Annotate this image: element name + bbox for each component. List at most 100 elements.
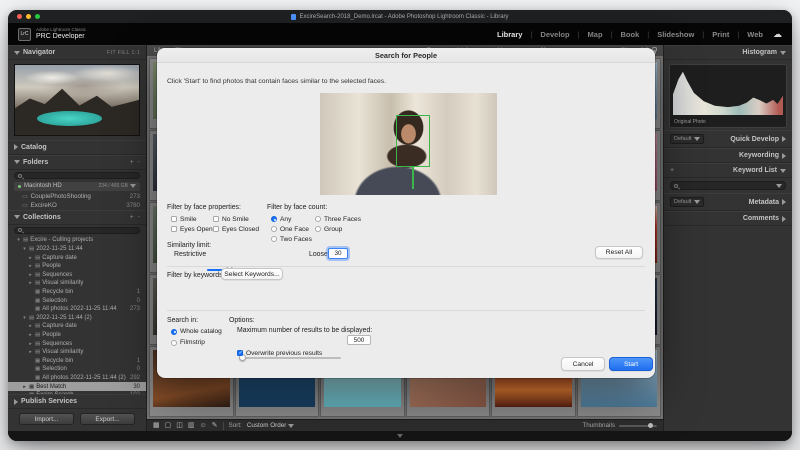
collections-header[interactable]: Collections +- [8, 210, 146, 225]
zoom-window-icon[interactable] [35, 14, 40, 19]
collection-row[interactable]: ▸ ▤ Capture date [8, 253, 146, 262]
checkbox-icon[interactable] [213, 226, 219, 232]
module-tab[interactable]: Develop [536, 30, 583, 39]
disclosure-icon[interactable]: ▸ [28, 263, 33, 269]
add-collection-icon[interactable]: + [130, 214, 134, 221]
start-button[interactable]: Start [609, 357, 653, 371]
radio-icon[interactable] [315, 226, 321, 232]
face-property-checkbox[interactable]: Eyes Closed [213, 224, 261, 234]
add-folder-icon[interactable]: + [130, 159, 134, 166]
collection-row[interactable]: ▦ Recycle bin 1 [8, 288, 146, 297]
publish-services-header[interactable]: Publish Services [8, 394, 146, 409]
checkbox-icon[interactable] [213, 216, 219, 222]
collection-row[interactable]: ▦ Selection 0 [8, 296, 146, 305]
thumbnail-size-slider[interactable] [619, 425, 657, 427]
face-count-radio[interactable]: Any [271, 214, 319, 224]
loupe-view-icon[interactable]: ▢ [165, 422, 172, 429]
folder-row[interactable]: ▭ CouplePhotoShooting 273 [8, 192, 146, 201]
metadata-preset-dropdown[interactable]: Default [670, 197, 704, 207]
collection-row[interactable]: ▸ ▤ Sequences [8, 339, 146, 348]
module-tab[interactable]: Book [617, 30, 654, 39]
minimize-window-icon[interactable] [26, 14, 31, 19]
collection-row[interactable]: ▸ ▦ Best Match 30 [8, 382, 146, 391]
overwrite-checkbox[interactable]: Overwrite previous results [237, 348, 347, 358]
reset-all-button[interactable]: Reset All [595, 246, 643, 259]
saved-preset-dropdown[interactable]: Default [670, 134, 704, 144]
compare-view-icon[interactable]: ◫ [176, 422, 183, 429]
collections-search-input[interactable] [14, 227, 140, 235]
keywording-header[interactable]: Keywording [664, 148, 792, 163]
module-tab[interactable]: Map [584, 30, 617, 39]
face-property-checkbox[interactable]: Eyes Open [171, 224, 213, 234]
remove-folder-icon[interactable]: - [138, 159, 140, 166]
add-keyword-icon[interactable]: + [670, 167, 674, 174]
module-tab[interactable]: Library [493, 30, 536, 39]
disclosure-icon[interactable]: ▸ [28, 272, 33, 278]
import-button[interactable]: Import... [19, 413, 74, 425]
collection-row[interactable]: ▸ ▤ People [8, 331, 146, 340]
disclosure-icon[interactable]: ▾ [16, 237, 21, 243]
navigator-header[interactable]: Navigator FIT FILL 1:1 [8, 45, 146, 60]
slider-knob[interactable] [648, 423, 653, 428]
collection-row[interactable]: ▦ Selection 0 [8, 365, 146, 374]
catalog-header[interactable]: Catalog [8, 140, 146, 155]
disclosure-icon[interactable]: ▸ [28, 332, 33, 338]
disclosure-icon[interactable]: ▸ [28, 341, 33, 347]
module-tab[interactable]: Web [743, 30, 767, 39]
select-keywords-button[interactable]: Select Keywords... [221, 268, 283, 280]
max-results-input[interactable]: 500 [347, 335, 371, 345]
search-in-radio[interactable]: Filmstrip [171, 337, 241, 348]
grid-view-icon[interactable]: ▦ [153, 422, 160, 429]
radio-icon[interactable] [271, 236, 277, 242]
cancel-button[interactable]: Cancel [561, 357, 605, 371]
sort-order-dropdown[interactable]: Custom Order [247, 422, 295, 429]
collection-row[interactable]: ▸ ▤ People [8, 262, 146, 271]
checkbox-icon[interactable] [237, 350, 243, 356]
keyword-filter-input[interactable] [670, 181, 786, 190]
face-property-checkbox[interactable]: Smile [171, 214, 213, 224]
collection-row[interactable]: ▦ All photos 2022-11-25 11:44 273 [8, 305, 146, 314]
volume-browser[interactable]: Macintosh HD 234 / 465 GB [14, 182, 140, 190]
radio-icon[interactable] [171, 340, 177, 346]
navigator-zoom-options[interactable]: FIT FILL 1:1 [107, 50, 140, 56]
face-count-radio[interactable]: One Face [271, 224, 319, 234]
collection-row[interactable]: ▾ ▤ 2022-11-25 11:44 [8, 245, 146, 254]
histogram-header[interactable]: Histogram [664, 45, 792, 60]
similarity-value-input[interactable]: 30 [328, 248, 348, 259]
quick-develop-header[interactable]: Default Quick Develop [664, 130, 792, 148]
face-count-radio[interactable]: Three Faces [315, 214, 363, 224]
folders-header[interactable]: Folders +- [8, 155, 146, 170]
filmstrip-toggle-icon[interactable] [397, 434, 403, 438]
disclosure-icon[interactable]: ▸ [22, 384, 27, 390]
remove-collection-icon[interactable]: - [138, 214, 140, 221]
face-count-radio[interactable]: Two Faces [271, 234, 319, 244]
disclosure-icon[interactable]: ▸ [28, 255, 33, 261]
search-in-radio[interactable]: Whole catalog [171, 326, 241, 337]
collection-row[interactable]: ▾ ▤ 2022-11-25 11:44 (2) [8, 313, 146, 322]
disclosure-icon[interactable]: ▸ [28, 349, 33, 355]
module-tab[interactable]: Print [708, 30, 743, 39]
collection-row[interactable]: ▸ ▤ Capture date [8, 322, 146, 331]
checkbox-icon[interactable] [171, 226, 177, 232]
collection-row[interactable]: ▸ ▤ Visual similarity [8, 348, 146, 357]
radio-icon[interactable] [271, 216, 277, 222]
collection-row[interactable]: ▸ ▤ Sequences [8, 270, 146, 279]
cloud-sync-icon[interactable]: ☁ [773, 29, 782, 40]
painter-icon[interactable]: ✎ [212, 422, 218, 429]
close-window-icon[interactable] [17, 14, 22, 19]
folder-row[interactable]: ▭ ExcireKO 3780 [8, 201, 146, 210]
checkbox-icon[interactable] [171, 216, 177, 222]
navigator-preview-photo[interactable] [14, 64, 140, 136]
keyword-list-header[interactable]: + Keyword List [664, 163, 792, 178]
filmstrip-toggle-bar[interactable] [8, 431, 792, 441]
survey-view-icon[interactable]: ▥ [188, 422, 195, 429]
export-button[interactable]: Export... [80, 413, 135, 425]
disclosure-icon[interactable]: ▸ [28, 280, 33, 286]
comments-header[interactable]: Comments [664, 211, 792, 226]
face-property-checkbox[interactable]: No Smile [213, 214, 261, 224]
collection-row[interactable]: ▦ All photos 2022-11-25 11:44 (2) 292 [8, 374, 146, 383]
disclosure-icon[interactable]: ▾ [22, 315, 27, 321]
face-detection-box[interactable] [396, 115, 430, 167]
metadata-header[interactable]: Default Metadata [664, 193, 792, 211]
collection-row[interactable]: ▾ ▤ Excire - Culling projects [8, 236, 146, 245]
